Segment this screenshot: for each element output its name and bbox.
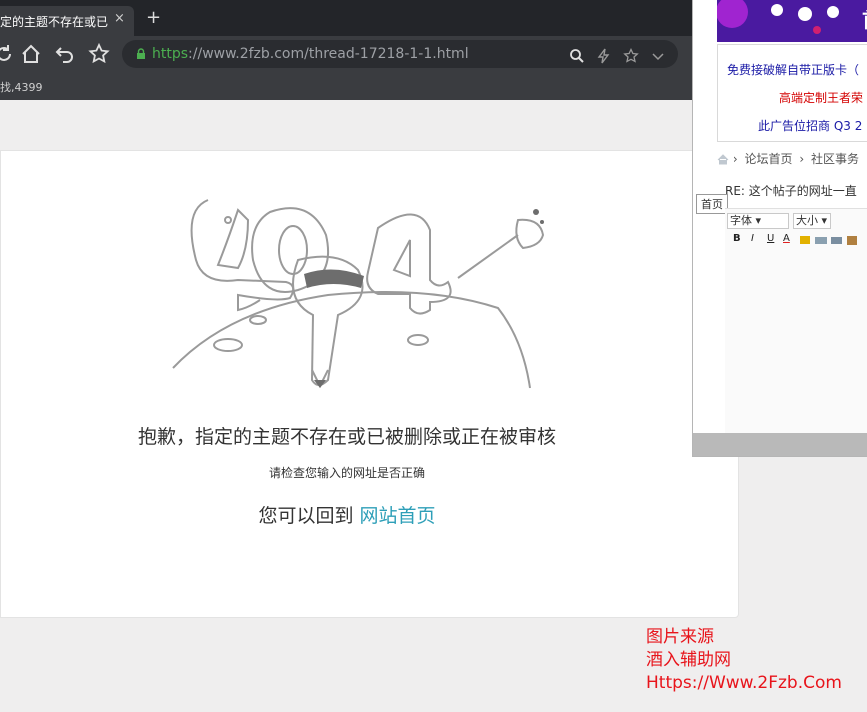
- return-prompt: 您可以回到 网站首页: [0, 501, 694, 528]
- home-link[interactable]: 网站首页: [360, 505, 436, 527]
- overlay-window: 首 免费接破解自带正版卡（ 高端定制王者荣 此广告位招商 Q3 2 › 论坛首页…: [692, 0, 867, 457]
- tooltip: 首页: [696, 194, 728, 214]
- chevron-down-icon[interactable]: [650, 48, 666, 64]
- reload-icon[interactable]: [0, 42, 16, 66]
- ad-link[interactable]: 此广告位招商 Q3 2: [758, 117, 862, 134]
- favorite-star-icon[interactable]: [623, 47, 639, 64]
- post-title: RE: 这个帖子的网址一直: [725, 184, 857, 198]
- address-bar[interactable]: https://www.2fzb.com/thread-17218-1-1.ht…: [122, 40, 678, 68]
- editor-toolbar-icons[interactable]: [799, 234, 859, 246]
- watermark-url: Https://Www.2Fzb.Com: [646, 673, 842, 693]
- lock-icon: [137, 48, 145, 59]
- new-tab-button[interactable]: +: [146, 9, 161, 27]
- return-text: 您可以回到: [258, 505, 354, 527]
- watermark-line: 酒入辅助网: [646, 650, 731, 670]
- breadcrumb-link[interactable]: 社区事务: [811, 152, 859, 166]
- error-subtitle: 请检查您输入的网址是否正确: [268, 466, 425, 480]
- font-select[interactable]: 字体 ▾: [727, 213, 789, 229]
- ad-text-box: 免费接破解自带正版卡（ 高端定制王者荣 此广告位招商 Q3 2: [717, 44, 867, 142]
- lightning-icon[interactable]: [596, 48, 612, 64]
- ad-banner[interactable]: 首: [717, 0, 867, 42]
- error-title: 抱歉，指定的主题不存在或已被删除或正在被审核: [137, 426, 556, 448]
- home-icon[interactable]: [717, 154, 729, 165]
- undo-icon[interactable]: [53, 42, 77, 66]
- ad-banner-text: 首: [862, 4, 867, 33]
- star-bookmark-icon[interactable]: [87, 42, 111, 66]
- watermark-line: 图片来源: [646, 627, 714, 647]
- browser-tab[interactable]: 定的主题不存在或已被删除 ×: [0, 6, 134, 36]
- post-editor[interactable]: 字体 ▾ 大小 ▾ B I U A: [725, 208, 867, 433]
- underline-button[interactable]: U: [767, 233, 774, 244]
- size-select[interactable]: 大小 ▾: [793, 213, 831, 229]
- home-icon[interactable]: [19, 42, 43, 66]
- banner-graphic: [717, 0, 867, 42]
- bookmark-item[interactable]: 找,4399: [0, 79, 43, 95]
- ad-link[interactable]: 免费接破解自带正版卡（: [727, 61, 859, 78]
- ad-link[interactable]: 高端定制王者荣: [779, 89, 863, 106]
- breadcrumb-link[interactable]: 论坛首页: [744, 152, 792, 166]
- 404-illustration: [172, 199, 545, 389]
- bold-button[interactable]: B: [733, 233, 741, 244]
- url-text[interactable]: https://www.2fzb.com/thread-17218-1-1.ht…: [152, 46, 469, 62]
- font-color-button[interactable]: A: [783, 233, 790, 244]
- panel-footer: [693, 433, 867, 456]
- search-icon[interactable]: [569, 48, 585, 64]
- source-watermark: 图片来源 酒入辅助网 Https://Www.2Fzb.Com: [646, 626, 842, 695]
- close-tab-icon[interactable]: ×: [114, 11, 125, 26]
- italic-button[interactable]: I: [751, 233, 754, 244]
- breadcrumb: › 论坛首页 › 社区事务: [717, 150, 867, 168]
- tab-title: 定的主题不存在或已被删除: [0, 15, 108, 29]
